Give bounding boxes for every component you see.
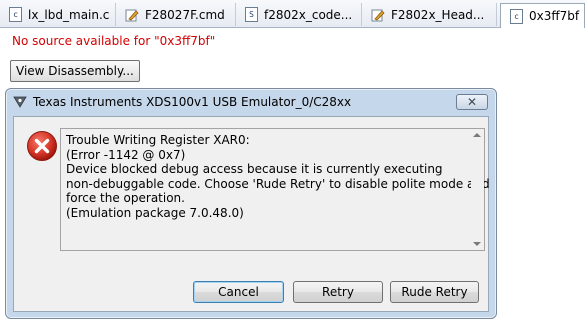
tab-label: lx_lbd_main.c <box>28 7 110 22</box>
error-icon <box>27 131 57 161</box>
rude-retry-button[interactable]: Rude Retry <box>390 281 479 303</box>
error-message: Trouble Writing Register XAR0: (Error -1… <box>66 133 490 221</box>
tab-label: 0x3ff7bf <box>529 9 580 23</box>
tab-label: F2802x_Head... <box>391 7 485 22</box>
debug-target-icon <box>13 96 27 108</box>
no-source-message: No source available for "0x3ff7bf" <box>12 34 216 48</box>
tab-0x3ff7bf[interactable]: c 0x3ff7bf <box>500 3 585 28</box>
message-line: Device blocked debug access because it i… <box>66 162 443 177</box>
tab-label: F28027F.cmd <box>145 7 225 22</box>
pencil-file-icon <box>125 9 139 21</box>
retry-button[interactable]: Retry <box>293 281 383 303</box>
cancel-button[interactable]: Cancel <box>193 281 284 303</box>
close-button[interactable]: ✕ <box>456 94 488 110</box>
tab-lx-lbd-main[interactable]: c lx_lbd_main.c <box>0 3 116 26</box>
close-icon: ✕ <box>466 95 478 109</box>
tab-f2802x-head[interactable]: F2802x_Head... <box>362 3 497 26</box>
c-file-icon: c <box>9 7 22 22</box>
tab-f28027f-cmd[interactable]: F28027F.cmd <box>116 3 236 26</box>
scroll-down-arrow-icon[interactable] <box>473 242 481 246</box>
message-line: (Emulation package 7.0.48.0) <box>66 205 244 220</box>
pencil-file-icon <box>371 9 385 21</box>
tab-f2802x-code[interactable]: S f2802x_code... <box>236 3 362 26</box>
c-file-icon: c <box>510 8 523 24</box>
message-line: non-debuggable code. Choose 'Rude Retry'… <box>66 176 490 191</box>
dialog-title: Texas Instruments XDS100v1 USB Emulator_… <box>33 95 352 109</box>
tab-label: f2802x_code... <box>264 7 353 22</box>
vertical-scrollbar[interactable] <box>471 129 484 250</box>
message-line: Trouble Writing Register XAR0: <box>66 133 250 147</box>
message-line: (Error -1142 @ 0x7) <box>66 147 186 162</box>
dialog-content: Trouble Writing Register XAR0: (Error -1… <box>13 116 490 312</box>
view-disassembly-button[interactable]: View Disassembly... <box>10 60 140 82</box>
editor-tab-bar: c lx_lbd_main.c F28027F.cmd S f2802x_cod… <box>0 0 585 28</box>
emulator-error-dialog: Texas Instruments XDS100v1 USB Emulator_… <box>5 88 497 319</box>
s-file-icon: S <box>245 7 258 22</box>
scroll-up-arrow-icon[interactable] <box>473 133 481 137</box>
message-line: force the operation. <box>66 191 185 206</box>
message-text-area[interactable]: Trouble Writing Register XAR0: (Error -1… <box>60 128 490 251</box>
dialog-title-bar[interactable]: Texas Instruments XDS100v1 USB Emulator_… <box>6 89 496 115</box>
